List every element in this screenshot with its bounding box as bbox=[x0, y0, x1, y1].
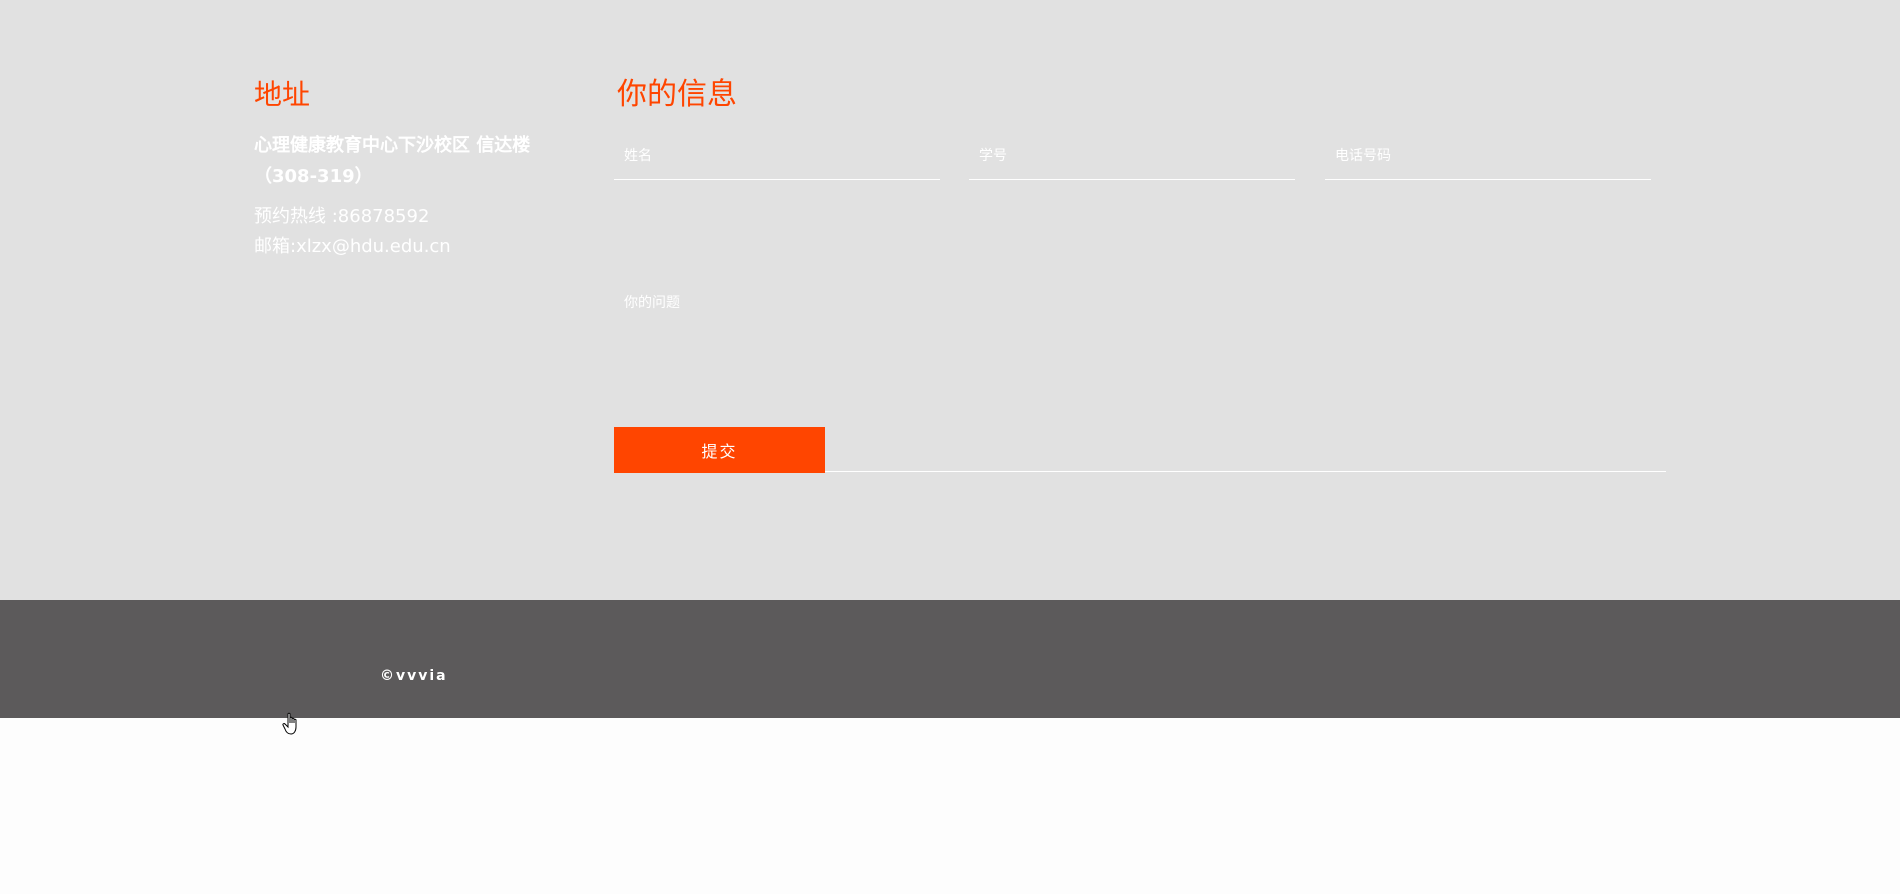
hand-pointer-icon bbox=[282, 712, 297, 735]
email-text: 邮箱:xlzx@hdu.edu.cn bbox=[254, 236, 451, 257]
footer: ©vvvia bbox=[0, 600, 1900, 718]
name-input[interactable] bbox=[614, 132, 940, 180]
form-heading: 你的信息 bbox=[617, 77, 737, 112]
contact-form: 你的信息 提交 bbox=[614, 72, 1666, 473]
form-row bbox=[614, 132, 1666, 202]
phone-input[interactable] bbox=[1325, 132, 1651, 180]
submit-button[interactable]: 提交 bbox=[614, 427, 825, 473]
address-column: 地址 心理健康教育中心下沙校区 信达楼（308-319） 预约热线 :86878… bbox=[254, 72, 554, 262]
student-id-input[interactable] bbox=[969, 132, 1295, 180]
address-heading: 地址 bbox=[254, 78, 311, 111]
address-location: 心理健康教育中心下沙校区 信达楼（308-319） bbox=[254, 135, 531, 187]
contact-section: 地址 心理健康教育中心下沙校区 信达楼（308-319） 预约热线 :86878… bbox=[0, 0, 1900, 600]
hotline-text: 预约热线 :86878592 bbox=[254, 206, 430, 227]
copyright-text: ©vvvia bbox=[380, 668, 448, 684]
